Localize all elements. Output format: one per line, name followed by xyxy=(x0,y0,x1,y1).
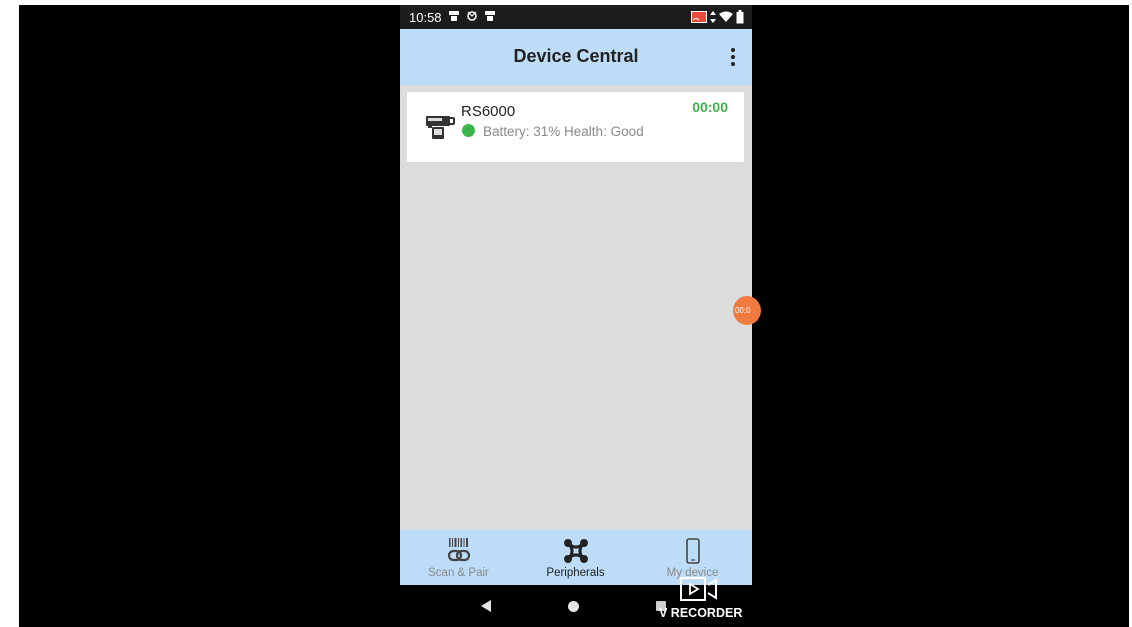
phone-icon xyxy=(685,538,700,564)
video-camera-icon xyxy=(680,577,717,601)
peripherals-icon xyxy=(563,539,588,563)
device-name: RS6000 xyxy=(461,103,516,120)
back-icon[interactable] xyxy=(480,599,492,613)
recorder-timer-bubble[interactable]: 00:0 xyxy=(733,296,761,325)
nav-peripherals[interactable]: Peripherals xyxy=(517,530,634,585)
scanner-device-icon xyxy=(426,116,455,139)
nav-label-scan-pair: Scan & Pair xyxy=(428,567,489,579)
device-battery-health: Battery: 31% Health: Good xyxy=(483,124,644,139)
app-bar: Device Central xyxy=(400,29,752,85)
nav-scan-pair[interactable]: Scan & Pair xyxy=(400,530,517,585)
status-right-group xyxy=(691,9,744,25)
overflow-menu-icon[interactable] xyxy=(728,47,738,67)
status-time: 10:58 xyxy=(409,10,442,25)
status-bar: 10:58 xyxy=(400,5,752,29)
sync-notification-icon xyxy=(467,11,477,21)
wifi-icon xyxy=(719,11,733,22)
cast-icon xyxy=(691,11,707,23)
device-timer: 00:00 xyxy=(692,99,728,115)
data-arrows-icon xyxy=(710,11,716,23)
battery-icon xyxy=(736,10,744,24)
barcode-link-icon xyxy=(447,538,470,562)
phone-screen: 10:58 Device Central RS6000 Battery: 31%… xyxy=(400,5,752,627)
nav-label-peripherals: Peripherals xyxy=(546,567,605,579)
scanner-notification-icon-2 xyxy=(485,11,495,21)
connection-status-dot xyxy=(462,124,475,137)
home-icon[interactable] xyxy=(568,601,579,612)
device-card[interactable]: RS6000 Battery: 31% Health: Good 00:00 xyxy=(407,92,744,162)
recorder-watermark: V RECORDER xyxy=(657,576,747,624)
page-title: Device Central xyxy=(513,46,639,66)
scanner-notification-icon xyxy=(449,11,459,21)
watermark-text: V RECORDER xyxy=(659,606,743,620)
